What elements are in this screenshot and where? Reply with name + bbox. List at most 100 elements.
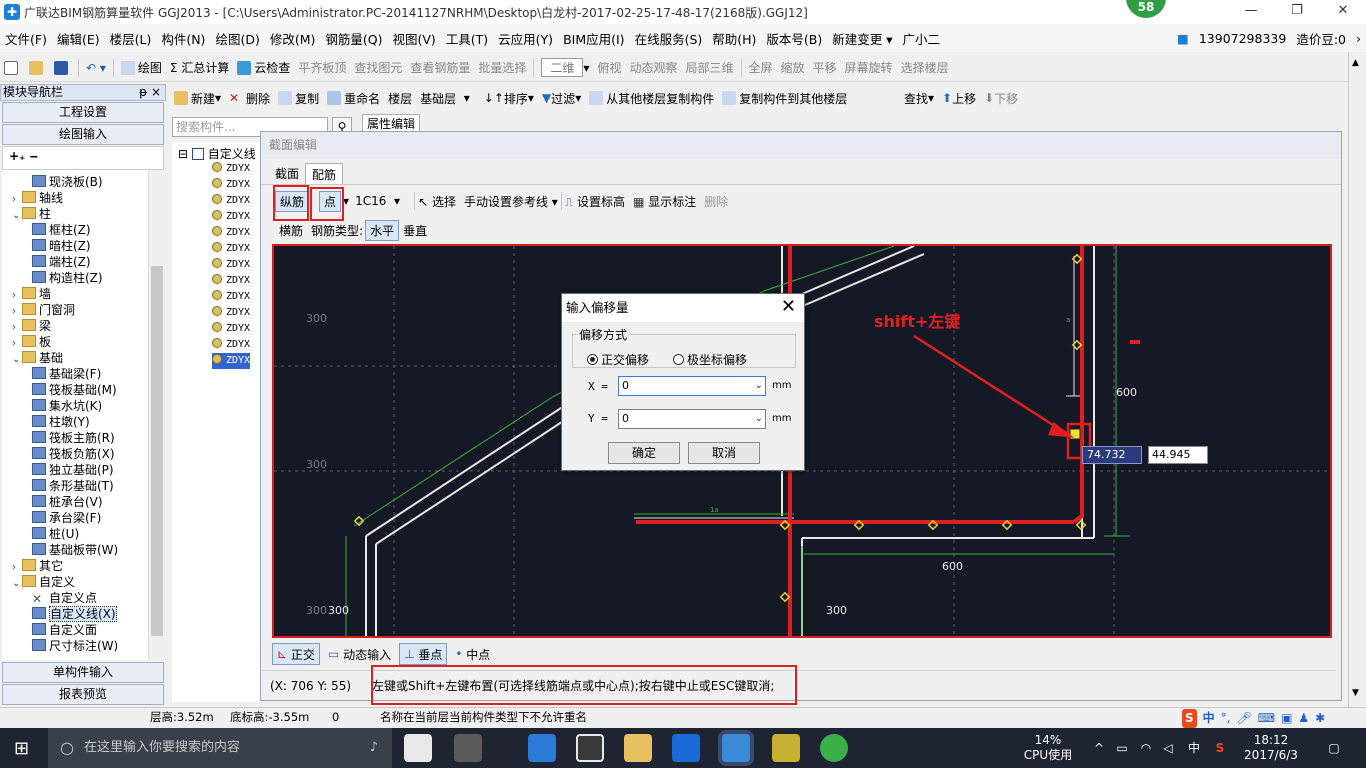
menu-online[interactable]: 在线服务(S): [630, 29, 708, 48]
tray-chevron-icon[interactable]: ^: [1092, 728, 1106, 768]
taskbar-search-box[interactable]: ○ 在这里输入你要搜索的内容 ♪: [48, 728, 392, 768]
glodon-ggj-icon[interactable]: [722, 734, 750, 762]
tree-item[interactable]: ✕ 自定义点: [32, 590, 97, 606]
nav-project-settings[interactable]: 工程设置: [2, 102, 164, 123]
align-slab-top-button[interactable]: 平齐板顶: [294, 57, 350, 79]
keyboard-icon[interactable]: ⌨: [1258, 709, 1275, 728]
microphone-icon[interactable]: ♪: [370, 728, 378, 768]
menu-floor[interactable]: 楼层(L): [105, 29, 157, 48]
menu-edit[interactable]: 编辑(E): [52, 29, 105, 48]
top-view-button[interactable]: 俯视: [593, 57, 625, 79]
minimize-button[interactable]: —: [1228, 0, 1274, 24]
menu-file[interactable]: 文件(F): [0, 29, 52, 48]
tree-scrollbar[interactable]: [148, 170, 164, 660]
fullscreen-button[interactable]: 全屏: [745, 57, 777, 79]
tree-item[interactable]: ⌄ 柱: [12, 206, 51, 222]
horizontal-button[interactable]: 水平: [365, 219, 400, 241]
new-file-icon[interactable]: [0, 57, 25, 79]
batch-select-button[interactable]: 批量选择: [474, 57, 530, 79]
dialog-close-icon[interactable]: ✕: [781, 296, 796, 318]
tray-app-icon[interactable]: ▭: [1114, 728, 1130, 768]
menu-rebar-qty[interactable]: 钢筋量(Q): [320, 29, 387, 48]
volume-icon[interactable]: ◁: [1160, 728, 1176, 768]
windows-start-icon[interactable]: ⊞: [14, 738, 29, 759]
list-item-selected[interactable]: ZDYX: [212, 353, 251, 369]
tree-item[interactable]: 构造柱(Z): [32, 270, 103, 286]
cpu-usage[interactable]: 14% CPU使用: [1020, 728, 1076, 768]
tree-item[interactable]: › 墙: [12, 286, 51, 302]
tree-item[interactable]: 筏板主筋(R): [32, 430, 115, 446]
glodon-g-icon[interactable]: [672, 734, 700, 762]
list-item[interactable]: ZDYX: [212, 337, 250, 353]
app-pinwheel-icon[interactable]: [404, 734, 432, 762]
delete-rebar-button[interactable]: 删除: [704, 193, 728, 210]
tab-rebar[interactable]: 配筋: [305, 163, 344, 185]
pan-button[interactable]: 平移: [809, 57, 841, 79]
punctuation-icon[interactable]: °,: [1221, 709, 1231, 728]
sogou-icon[interactable]: S: [1182, 709, 1197, 728]
more-chevron-icon[interactable]: ›: [1351, 31, 1366, 46]
dynamic-input-x[interactable]: 74.732: [1082, 446, 1142, 464]
tree-item[interactable]: › 门窗洞: [12, 302, 75, 318]
show-annotation-button[interactable]: ▦ 显示标注: [633, 193, 696, 210]
tshirt-icon[interactable]: ♟: [1298, 709, 1309, 728]
sogou-tray-icon[interactable]: S: [1212, 728, 1228, 768]
open-file-icon[interactable]: [25, 57, 50, 79]
tree-item[interactable]: 暗柱(Z): [32, 238, 91, 254]
store-icon[interactable]: [576, 734, 604, 762]
cloud-check-button[interactable]: 云检查: [233, 57, 294, 79]
menu-assistant[interactable]: 广小二: [898, 29, 946, 48]
move-down-button[interactable]: ⬇ 下移: [980, 87, 1022, 109]
copy-from-other-floor-button[interactable]: 从其他楼层复制构件: [585, 87, 718, 109]
cancel-button[interactable]: 取消: [688, 442, 760, 464]
tree-item[interactable]: 条形基础(T): [32, 478, 114, 494]
menu-version[interactable]: 版本号(B): [761, 29, 827, 48]
move-up-button[interactable]: ⬆ 上移: [938, 87, 980, 109]
radio-polar[interactable]: 极坐标偏移: [673, 351, 747, 368]
midpoint-toggle[interactable]: • 中点: [451, 643, 494, 665]
tree-item[interactable]: 筏板负筋(X): [32, 446, 115, 462]
tree-item[interactable]: › 轴线: [12, 190, 63, 206]
wifi-icon[interactable]: ◠: [1138, 728, 1154, 768]
y-offset-field[interactable]: 0 ⌄: [618, 409, 766, 429]
copy-to-other-floor-button[interactable]: 复制构件到其他楼层: [718, 87, 851, 109]
settings-icon[interactable]: ✱: [1315, 709, 1325, 728]
notification-badge[interactable]: 58: [1126, 0, 1166, 18]
close-button[interactable]: ✕: [1320, 0, 1366, 24]
delete-component-button[interactable]: ✕ 删除: [225, 87, 274, 109]
user-phone[interactable]: 13907298339: [1194, 31, 1291, 46]
tree-item[interactable]: 筏板基础(M): [32, 382, 117, 398]
menu-view[interactable]: 视图(V): [387, 29, 440, 48]
summary-calc-button[interactable]: Σ 汇总计算: [166, 57, 233, 79]
menu-bim[interactable]: BIM应用(I): [558, 29, 630, 48]
tree-item[interactable]: 基础板带(W): [32, 542, 118, 558]
menu-cloud[interactable]: 云应用(Y): [493, 29, 558, 48]
view-rebar-qty-button[interactable]: 查看钢筋量: [406, 57, 474, 79]
skin-icon[interactable]: ▣: [1281, 709, 1292, 728]
new-component-button[interactable]: 新建 ▾: [170, 87, 225, 109]
tree-item[interactable]: 集水坑(K): [32, 398, 102, 414]
tree-item[interactable]: 框柱(Z): [32, 222, 91, 238]
list-item[interactable]: ZDYX: [212, 321, 250, 337]
list-item[interactable]: ZDYX: [212, 273, 250, 289]
draw-button[interactable]: 绘图: [117, 57, 166, 79]
nav-single-component-input[interactable]: 单构件输入: [2, 662, 164, 683]
tree-item[interactable]: 基础梁(F): [32, 366, 101, 382]
copy-component-button[interactable]: 复制: [274, 87, 323, 109]
select-button[interactable]: ↖ 选择: [418, 193, 456, 210]
menu-draw[interactable]: 绘图(D): [210, 29, 264, 48]
rename-component-button[interactable]: 重命名: [323, 87, 384, 109]
radio-orthogonal[interactable]: 正交偏移: [587, 351, 649, 368]
expand-all-icon[interactable]: +₊ ‒: [9, 149, 38, 163]
ime-indicator[interactable]: 中: [1186, 728, 1202, 768]
perpendicular-toggle[interactable]: ⊥ 垂点: [399, 643, 448, 665]
tree-item[interactable]: 独立基础(P): [32, 462, 114, 478]
menu-new-change[interactable]: 新建变更 ▾: [827, 29, 897, 48]
menu-component[interactable]: 构件(N): [156, 29, 210, 48]
ok-button[interactable]: 确定: [608, 442, 680, 464]
menu-tools[interactable]: 工具(T): [441, 29, 493, 48]
list-item[interactable]: ZDYX: [212, 161, 250, 177]
filter-button[interactable]: ▼ 过滤 ▾: [538, 87, 585, 109]
right-scrollbar[interactable]: ▲ ▼: [1348, 52, 1366, 707]
tree-item[interactable]: 承台梁(F): [32, 510, 101, 526]
